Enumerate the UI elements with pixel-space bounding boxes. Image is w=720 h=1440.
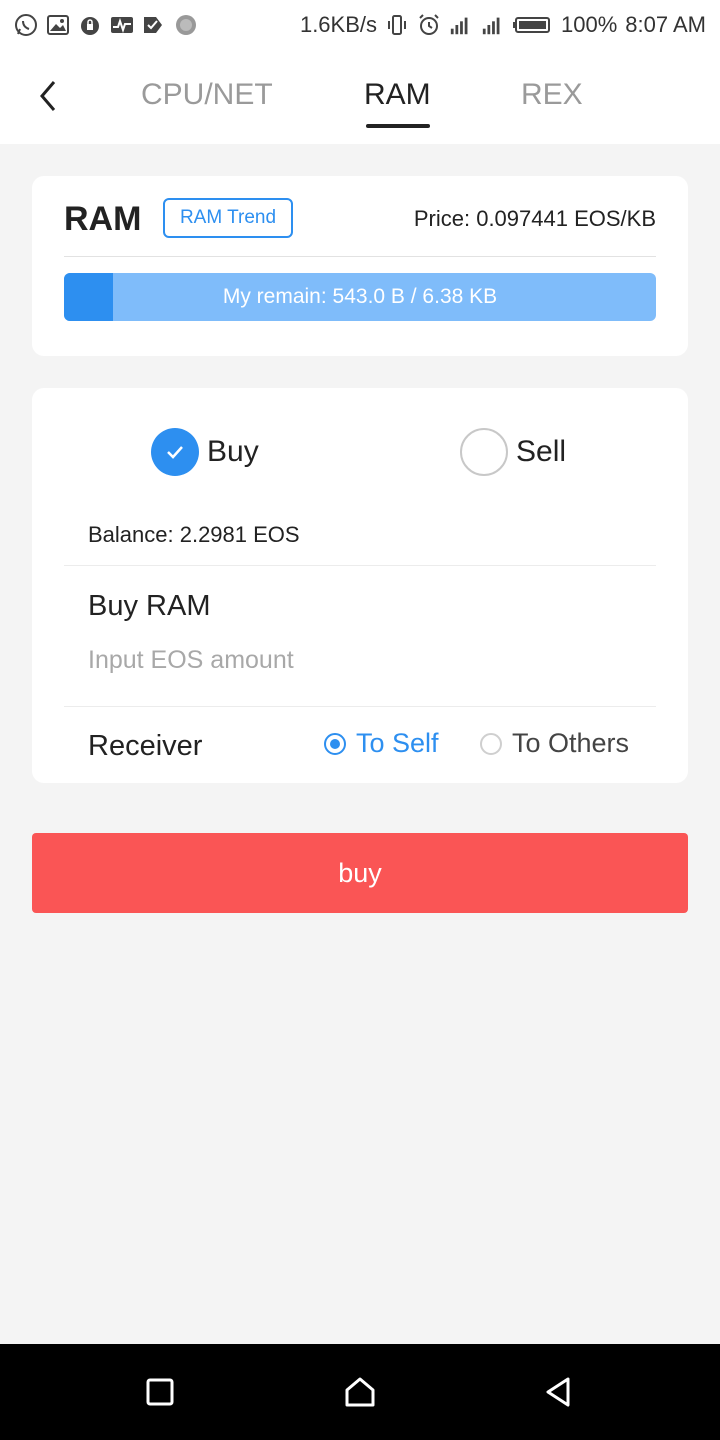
- receiver-to-others-label: To Others: [512, 728, 630, 758]
- whatsapp-icon: [14, 13, 38, 37]
- ram-price: Price: 0.097441 EOS/KB: [413, 206, 656, 231]
- tab-rex[interactable]: REX: [521, 78, 583, 112]
- buy-option-label: Buy: [207, 435, 259, 468]
- active-tab-indicator: [366, 124, 430, 128]
- radio-selected-icon: [324, 732, 346, 755]
- signal-icon: [481, 13, 505, 37]
- sell-option[interactable]: Sell: [460, 428, 566, 476]
- home-button[interactable]: [340, 1372, 380, 1412]
- clock: 8:07 AM: [625, 12, 706, 37]
- divider: [64, 256, 656, 257]
- receiver-to-self-label: To Self: [356, 728, 439, 758]
- alarm-icon: [417, 13, 441, 37]
- buy-button[interactable]: buy: [32, 833, 688, 913]
- triangle-back-icon: [546, 1377, 570, 1407]
- top-navigation: CPU/NET RAM REX: [0, 50, 720, 144]
- divider: [64, 565, 656, 566]
- chevron-left-icon: [40, 81, 56, 111]
- status-bar-system: 1.6KB/s 100% 8:07 AM: [300, 12, 706, 38]
- trade-card: Buy Sell Balance: 2.2981 EOS Buy RAM Rec…: [32, 388, 688, 783]
- receiver-label: Receiver: [88, 730, 203, 762]
- ram-trend-button[interactable]: RAM Trend: [163, 198, 293, 238]
- receiver-to-self[interactable]: To Self: [324, 728, 439, 759]
- home-icon: [345, 1377, 375, 1407]
- ram-info-card: RAM RAM Trend Price: 0.097441 EOS/KB My …: [32, 176, 688, 356]
- back-nav-button[interactable]: [538, 1372, 578, 1412]
- back-button[interactable]: [28, 76, 68, 116]
- loading-icon: [174, 13, 198, 37]
- activity-icon: [110, 13, 134, 37]
- net-speed: 1.6KB/s: [299, 12, 377, 37]
- system-navigation-bar: [0, 1344, 720, 1440]
- battery-level: 100%: [561, 12, 618, 37]
- divider: [64, 706, 656, 707]
- receiver-to-others[interactable]: To Others: [480, 728, 629, 759]
- tab-cpu-net[interactable]: CPU/NET: [141, 78, 273, 112]
- battery-icon: [513, 13, 553, 37]
- checkmark-icon: [151, 428, 199, 476]
- unchecked-circle-icon: [460, 428, 508, 476]
- signal-hd-icon: [449, 13, 473, 37]
- buy-option[interactable]: Buy: [151, 428, 259, 476]
- buy-ram-label: Buy RAM: [88, 590, 211, 622]
- ram-remain-text: My remain: 543.0 B / 6.38 KB: [222, 285, 498, 308]
- radio-unselected-icon: [480, 732, 502, 755]
- square-icon: [146, 1378, 174, 1406]
- eos-amount-input[interactable]: [88, 640, 648, 680]
- lock-icon: [78, 13, 102, 37]
- image-icon: [46, 13, 70, 37]
- vibrate-icon: [385, 13, 409, 37]
- ram-usage-bar: My remain: 543.0 B / 6.38 KB: [64, 273, 656, 321]
- tab-ram[interactable]: RAM: [364, 78, 431, 112]
- status-bar-notifications: [14, 13, 198, 37]
- balance: Balance: 2.2981 EOS: [88, 522, 300, 547]
- status-bar: 1.6KB/s 100% 8:07 AM: [0, 0, 720, 50]
- check-icon: [142, 13, 166, 37]
- ram-title: RAM: [64, 200, 142, 238]
- recents-button[interactable]: [140, 1372, 180, 1412]
- sell-option-label: Sell: [516, 435, 567, 468]
